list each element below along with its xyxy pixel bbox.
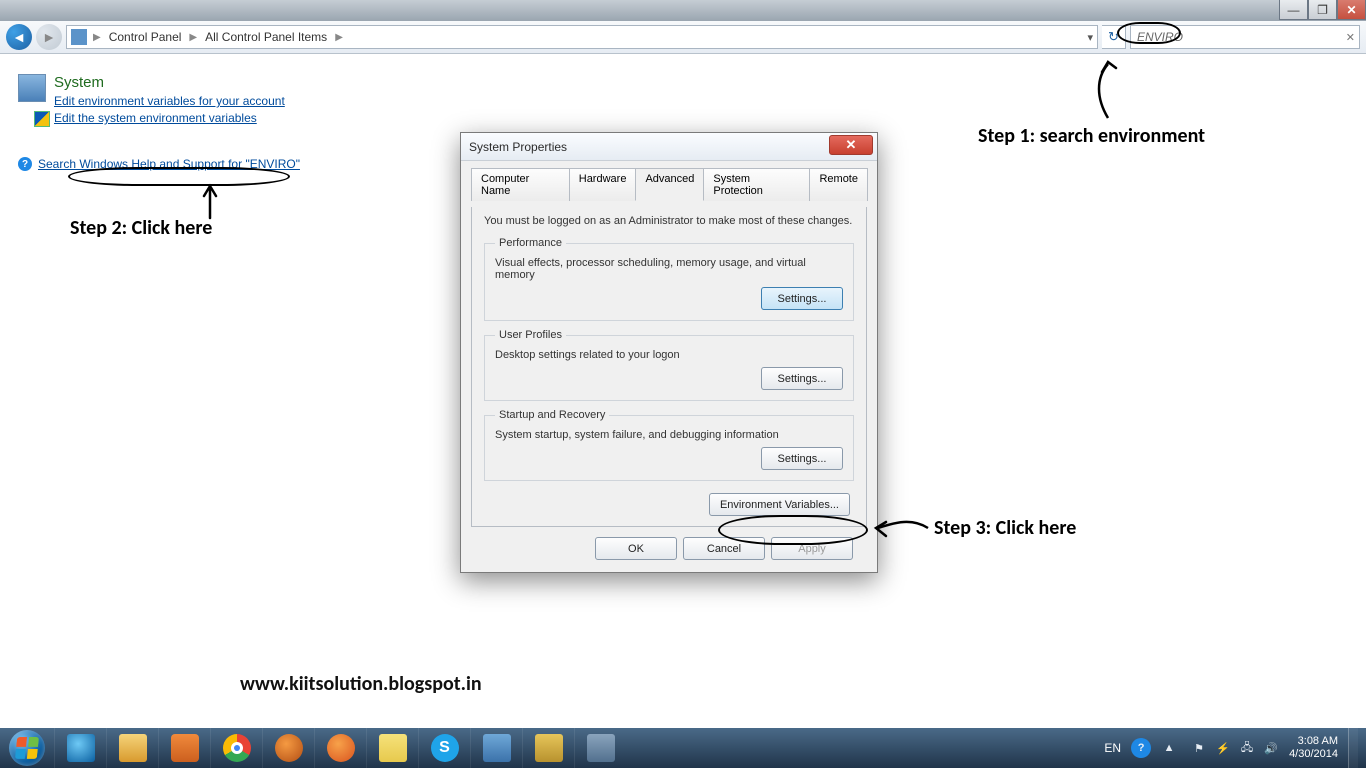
internet-explorer-icon	[67, 734, 95, 762]
breadcrumb-control-panel[interactable]: Control Panel	[103, 26, 188, 48]
browser-tab-strip: — ❐ ✕	[0, 0, 1366, 21]
dialog-close-button[interactable]: ✕	[829, 135, 873, 155]
tab-system-protection[interactable]: System Protection	[703, 168, 810, 201]
network-icon[interactable]: 🖧	[1239, 740, 1255, 756]
sticky-notes-icon	[379, 734, 407, 762]
system-tray: EN ? ▲ ⚑ ⚡ 🖧 🔊 3:08 AM 4/30/2014	[1096, 728, 1366, 768]
explorer-toolbar: ◄ ► ▶ Control Panel ▶ All Control Panel …	[0, 21, 1366, 54]
tray-date: 4/30/2014	[1289, 748, 1338, 761]
user-profiles-settings-button[interactable]: Settings...	[761, 367, 843, 390]
performance-desc: Visual effects, processor scheduling, me…	[495, 257, 843, 281]
taskbar-media-player[interactable]	[158, 728, 210, 768]
folder-icon	[119, 734, 147, 762]
chevron-right-icon: ▶	[93, 32, 101, 43]
taskbar-control-panel[interactable]	[470, 728, 522, 768]
system-properties-icon	[587, 734, 615, 762]
dialog-title: System Properties	[469, 140, 567, 154]
volume-icon[interactable]: 🔊	[1263, 740, 1279, 756]
gold-app-icon	[535, 734, 563, 762]
taskbar-system-properties[interactable]	[574, 728, 626, 768]
performance-settings-button[interactable]: Settings...	[761, 287, 843, 310]
annotation-step1: Step 1: search environment	[978, 124, 1205, 148]
help-search-link[interactable]: Search Windows Help and Support for "ENV…	[38, 157, 300, 171]
window-close-button[interactable]: ✕	[1337, 0, 1366, 20]
window-minimize-button[interactable]: —	[1279, 0, 1308, 20]
ok-button[interactable]: OK	[595, 537, 677, 560]
startup-recovery-settings-button[interactable]: Settings...	[761, 447, 843, 470]
address-bar[interactable]: ▶ Control Panel ▶ All Control Panel Item…	[66, 25, 1098, 49]
search-input[interactable]	[1135, 29, 1355, 45]
chrome-icon	[223, 734, 251, 762]
system-icon	[18, 74, 46, 102]
link-edit-user-env-vars[interactable]: Edit environment variables for your acco…	[54, 94, 398, 108]
annotation-step2: Step 2: Click here	[70, 216, 212, 240]
legend-performance: Performance	[495, 237, 566, 249]
chevron-right-icon: ▶	[189, 32, 197, 43]
taskbar-skype[interactable]: S	[418, 728, 470, 768]
taskbar-sticky-notes[interactable]	[366, 728, 418, 768]
taskbar-firefox[interactable]	[314, 728, 366, 768]
tab-pane-advanced: You must be logged on as an Administrato…	[471, 207, 867, 527]
admin-note: You must be logged on as an Administrato…	[484, 215, 854, 227]
show-desktop-button[interactable]	[1348, 728, 1358, 768]
legend-startup-recovery: Startup and Recovery	[495, 409, 609, 421]
nav-back-button[interactable]: ◄	[6, 24, 32, 50]
tab-remote[interactable]: Remote	[809, 168, 868, 201]
media-player-icon	[171, 734, 199, 762]
breadcrumb-all-items[interactable]: All Control Panel Items	[199, 26, 333, 48]
annotation-website: www.kiitsolution.blogspot.in	[240, 672, 482, 696]
tray-language[interactable]: EN	[1104, 741, 1121, 755]
legend-user-profiles: User Profiles	[495, 329, 566, 341]
chevron-up-icon[interactable]: ▲	[1161, 740, 1177, 756]
tab-computer-name[interactable]: Computer Name	[471, 168, 570, 201]
window-maximize-button[interactable]: ❐	[1308, 0, 1337, 20]
tab-hardware[interactable]: Hardware	[569, 168, 637, 201]
firefox-icon	[327, 734, 355, 762]
start-button[interactable]	[0, 728, 54, 768]
taskbar-app-gold[interactable]	[522, 728, 574, 768]
tray-clock[interactable]: 3:08 AM 4/30/2014	[1289, 735, 1338, 761]
dialog-tabs: Computer Name Hardware Advanced System P…	[471, 167, 867, 201]
link-edit-system-env-vars[interactable]: Edit the system environment variables	[54, 111, 398, 127]
tab-advanced[interactable]: Advanced	[635, 168, 704, 201]
cancel-button[interactable]: Cancel	[683, 537, 765, 560]
group-user-profiles: User Profiles Desktop settings related t…	[484, 329, 854, 401]
apply-button[interactable]: Apply	[771, 537, 853, 560]
annotation-step3: Step 3: Click here	[934, 516, 1076, 540]
control-panel-icon	[71, 29, 87, 45]
taskbar-explorer[interactable]	[106, 728, 158, 768]
control-panel-search[interactable]: ✕	[1130, 25, 1360, 49]
skype-icon: S	[431, 734, 459, 762]
help-icon: ?	[18, 157, 32, 171]
dialog-titlebar[interactable]: System Properties ✕	[461, 133, 877, 161]
control-panel-icon	[483, 734, 511, 762]
action-center-icon[interactable]: ⚑	[1191, 740, 1207, 756]
search-results: System Edit environment variables for yo…	[18, 74, 398, 171]
user-profiles-desc: Desktop settings related to your logon	[495, 349, 843, 361]
taskbar-app-orange[interactable]	[262, 728, 314, 768]
refresh-button[interactable]: ↻	[1102, 25, 1126, 49]
help-tray-icon[interactable]: ?	[1131, 738, 1151, 758]
explorer-content: System Edit environment variables for yo…	[0, 54, 1366, 740]
group-performance: Performance Visual effects, processor sc…	[484, 237, 854, 321]
clear-search-icon[interactable]: ✕	[1346, 31, 1355, 44]
system-properties-dialog: System Properties ✕ Computer Name Hardwa…	[460, 132, 878, 573]
chevron-right-icon: ▶	[335, 32, 343, 43]
taskbar-ie[interactable]	[54, 728, 106, 768]
group-startup-recovery: Startup and Recovery System startup, sys…	[484, 409, 854, 481]
environment-variables-button[interactable]: Environment Variables...	[709, 493, 850, 516]
taskbar: S EN ? ▲ ⚑ ⚡ 🖧 🔊 3:08 AM 4/30/2014	[0, 728, 1366, 768]
power-icon[interactable]: ⚡	[1215, 740, 1231, 756]
flame-icon	[275, 734, 303, 762]
result-heading-system: System	[18, 74, 398, 91]
tray-time: 3:08 AM	[1289, 735, 1338, 748]
startup-recovery-desc: System startup, system failure, and debu…	[495, 429, 843, 441]
nav-forward-button[interactable]: ►	[36, 24, 62, 50]
taskbar-chrome[interactable]	[210, 728, 262, 768]
